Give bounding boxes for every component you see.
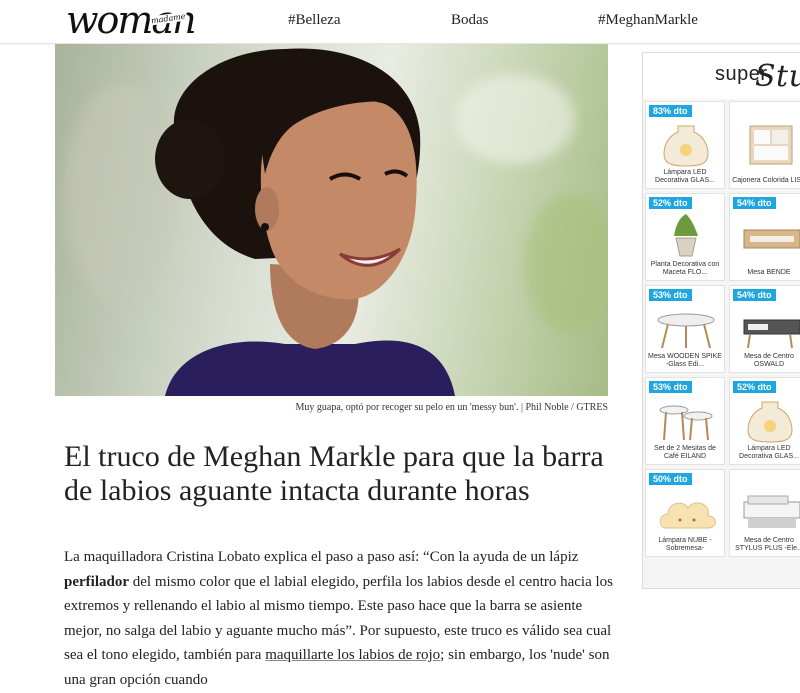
tile-label: Mesa de Centro STYLUS PLUS -Ele... — [735, 537, 800, 552]
nav-meghan-markle[interactable]: #MeghanMarkle — [598, 12, 698, 29]
ad-tile[interactable]: Mesa de Centro STYLUS PLUS -Ele... — [729, 469, 800, 557]
discount-badge: 54% dto — [733, 289, 776, 301]
coffee-table-image — [743, 495, 800, 528]
paragraph-bold: perfilador — [64, 573, 129, 590]
tile-label: Mesa WOODEN SPIKE -Glass Edi... — [648, 353, 722, 368]
tile-label: Set de 2 Mesitas de Café EILAND — [654, 445, 716, 460]
ad-tile[interactable]: 53% dto Set de 2 Mesitas de Café EILAND — [645, 377, 725, 465]
lamp-image — [663, 125, 709, 167]
tile-label: Cajonera Colorida LISA — [732, 177, 800, 184]
tile-label: Lámpara NUBE -Sobremesa- — [658, 537, 712, 552]
drawer-image — [749, 125, 793, 165]
discount-badge: 52% dto — [733, 381, 776, 393]
table-image — [743, 319, 800, 349]
photo-caption: Muy guapa, optó por recoger su pelo en u… — [295, 402, 608, 413]
ad-tile[interactable]: 54% dto Mesa de Centro OSWALD — [729, 285, 800, 373]
discount-badge: 50% dto — [649, 473, 692, 485]
discount-badge: 83% dto — [649, 105, 692, 117]
ad-tile[interactable]: 83% dto Lámpara LED Decorativa GLAS... — [645, 101, 725, 189]
tile-label: Lámpara LED Decorativa GLAS... — [739, 445, 799, 460]
ad-brand-logo[interactable]: super Stu — [643, 53, 800, 99]
ad-tile[interactable]: 50% dto Lámpara NUBE -Sobremesa- — [645, 469, 725, 557]
lips-red-link[interactable]: maquillarte los labios de rojo — [265, 647, 440, 663]
tile-label: Mesa de Centro OSWALD — [744, 353, 794, 368]
nav-bodas[interactable]: Bodas — [451, 12, 489, 29]
discount-badge: 52% dto — [649, 197, 692, 209]
discount-badge: 53% dto — [649, 289, 692, 301]
discount-badge: 53% dto — [649, 381, 692, 393]
hero-photo — [55, 44, 608, 396]
article-paragraph: La maquilladora Cristina Lobato explica … — [64, 545, 620, 692]
portrait-illustration — [155, 48, 455, 396]
ad-panel[interactable]: super Stu 83% dto Lámpara LED Decorativa… — [642, 52, 800, 589]
ad-tile[interactable]: 52% dto Planta Decorativa con Maceta FLO… — [645, 193, 725, 281]
discount-badge: 54% dto — [733, 197, 776, 209]
ad-tile[interactable]: 53% dto Mesa WOODEN SPIKE -Glass Edi... — [645, 285, 725, 373]
ad-tile[interactable]: Cajonera Colorida LISA — [729, 101, 800, 189]
paragraph-text-1: La maquilladora Cristina Lobato explica … — [64, 549, 579, 565]
tile-label: Lámpara LED Decorativa GLAS... — [655, 169, 715, 184]
lamp-image — [747, 401, 793, 443]
ad-tile[interactable]: 52% dto Lámpara LED Decorativa GLAS... — [729, 377, 800, 465]
site-logo[interactable]: woman madame — [66, 0, 197, 42]
tile-label: Planta Decorativa con Maceta FLO... — [650, 261, 720, 276]
article-headline: El truco de Meghan Markle para que la ba… — [64, 440, 604, 507]
ad-tile[interactable]: 54% dto Mesa BENDE — [729, 193, 800, 281]
side-tables-image — [659, 405, 713, 441]
plant-image — [674, 214, 698, 257]
site-header: woman madame #Belleza Bodas #MeghanMarkl… — [0, 0, 800, 44]
table-image — [657, 313, 715, 349]
nav-belleza[interactable]: #Belleza — [288, 12, 340, 29]
cloud-lamp-image — [659, 502, 716, 529]
tile-label: Mesa BENDE — [747, 269, 791, 276]
table-image — [743, 229, 800, 249]
ad-brand-tail: Stu — [755, 59, 800, 94]
